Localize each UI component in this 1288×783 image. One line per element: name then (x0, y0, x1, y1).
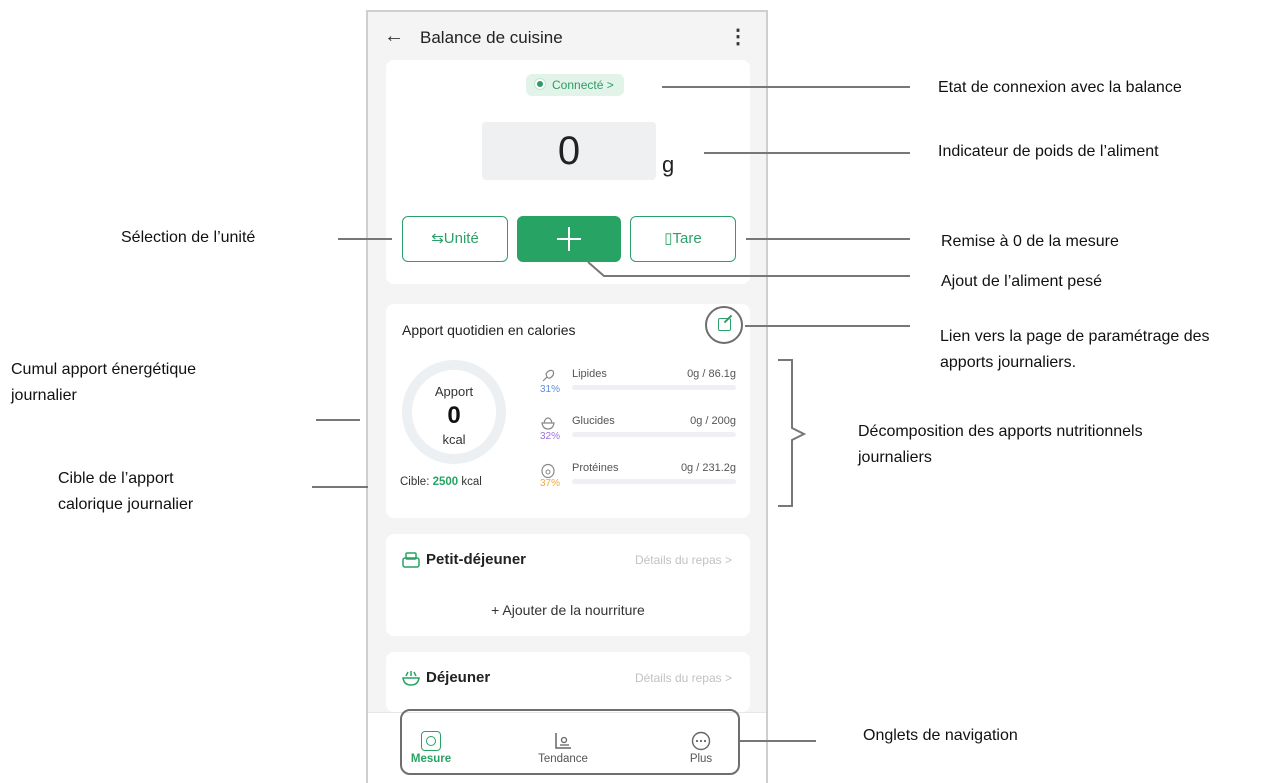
annotation-cible-line2: calorique journalier (58, 496, 194, 513)
calorie-ring: Apport 0 kcal (402, 360, 506, 464)
meal-card-breakfast: Petit-déjeuner Détails du repas > + Ajou… (386, 534, 750, 636)
nutrient-lipides: Lipides 0g / 86.1g 31% (540, 366, 736, 406)
annotation-line-connexion (662, 86, 910, 88)
nav-tab-mesure[interactable]: Mesure (386, 731, 476, 765)
nutrient-glucides: Glucides 0g / 200g 32% (540, 413, 736, 453)
nutrient-pct: 37% (540, 478, 561, 489)
weight-display: 0 (482, 122, 656, 180)
annotation-poids: Indicateur de poids de l’aliment (938, 143, 1159, 160)
meal-name: Petit-déjeuner (426, 551, 527, 568)
nav-tab-tendance[interactable]: Tendance (518, 731, 608, 765)
annotation-lien-line2: apports journaliers. (940, 354, 1077, 371)
scale-icon (421, 731, 441, 751)
toaster-icon (402, 552, 420, 568)
plus-icon-stem (568, 227, 570, 251)
ring-value: 0 (447, 402, 461, 429)
meal-card-lunch: Déjeuner Détails du repas > (386, 652, 750, 712)
nav-tab-plus[interactable]: Plus (656, 731, 746, 765)
annotation-line-poids (704, 152, 910, 154)
scale-icon-dial (426, 736, 436, 746)
rice-bowl-icon (541, 417, 555, 430)
nutrient-name: Protéines (572, 462, 619, 474)
annotation-remise: Remise à 0 de la mesure (941, 233, 1119, 250)
tare-button[interactable]: ▯Tare (630, 216, 736, 262)
weight-unit: g (662, 152, 675, 177)
connection-status-text: Connecté > (552, 78, 614, 92)
bottom-navigation: Mesure Tendance Plus (368, 709, 766, 783)
annotation-line-cible (312, 486, 368, 488)
annotation-ajout: Ajout de l’aliment pesé (941, 273, 1102, 290)
nutrient-amount: 0g / 200g (690, 415, 736, 427)
nutrient-pct: 32% (540, 431, 561, 442)
target-value: 2500 (432, 476, 459, 488)
drumstick-icon (542, 369, 555, 382)
annotation-line-remise (746, 238, 910, 240)
daily-intake-card: Apport quotidien en calories Apport 0 kc… (386, 304, 750, 518)
nutrient-amount: 0g / 86.1g (687, 368, 736, 380)
more-vertical-icon[interactable]: ⋮ (728, 24, 748, 49)
annotation-line-lien (745, 325, 910, 327)
nutrient-amount: 0g / 231.2g (680, 462, 736, 474)
annotation-line-cumul (316, 419, 360, 421)
nav-label: Tendance (538, 753, 588, 765)
ring-label: Apport (434, 384, 474, 399)
bowl-icon (402, 671, 420, 686)
nav-label: Mesure (410, 753, 452, 765)
annotation-decomposition: Décomposition des apports nutritionnels … (858, 419, 1143, 471)
page-title: Balance de cuisine (420, 28, 563, 47)
status-dot-icon (534, 78, 546, 90)
nutrient-bar (572, 385, 736, 390)
annotation-lien: Lien vers la page de paramétrage des app… (940, 324, 1210, 376)
top-bar: ← Balance de cuisine ⋮ (368, 12, 766, 62)
weight-value: 0 (557, 129, 581, 173)
meal-details-link[interactable]: Détails du repas > (635, 553, 732, 567)
nutrient-pct: 31% (540, 384, 561, 395)
annotation-decomp-line2: journaliers (858, 449, 932, 466)
egg-icon (541, 463, 555, 478)
more-circle-icon (691, 731, 711, 751)
annotation-cumul-line1: Cumul apport énergétique (11, 361, 197, 378)
nutrient-bar (572, 479, 736, 484)
annotation-cible-line1: Cible de l’apport (58, 470, 174, 487)
ring-unit: kcal (442, 432, 466, 447)
annotation-lien-line1: Lien vers la page de paramétrage des (940, 328, 1210, 345)
unit-button[interactable]: ⇆Unité (402, 216, 508, 262)
arrow-left-icon[interactable]: ← (384, 25, 404, 48)
nutrient-name: Lipides (572, 368, 607, 380)
meal-details-link[interactable]: Détails du repas > (635, 671, 732, 685)
annotation-brace-decomposition (778, 359, 807, 507)
unit-button-label: Unité (443, 230, 479, 247)
annotation-cible: Cible de l’apport calorique journalier (58, 466, 193, 518)
daily-intake-title: Apport quotidien en calories (402, 322, 576, 338)
annotation-line-unite (338, 238, 392, 240)
swap-icon: ⇆ (431, 230, 444, 247)
annotation-connexion: Etat de connexion avec la balance (938, 79, 1182, 96)
target-prefix: Cible: (400, 476, 433, 488)
annotation-decomp-line1: Décomposition des apports nutritionnels (858, 423, 1143, 440)
target-unit: kcal (458, 476, 482, 488)
annotation-cumul-line2: journalier (11, 387, 77, 404)
trend-chart-icon (555, 733, 571, 749)
nutrient-bar (572, 432, 736, 437)
nutrient-proteines: Protéines 0g / 231.2g 37% (540, 460, 736, 500)
connection-status-badge[interactable]: Connecté > (526, 74, 624, 96)
nutrient-name: Glucides (572, 415, 615, 427)
annotation-cumul: Cumul apport énergétique journalier (11, 357, 196, 409)
annotation-unite: Sélection de l’unité (121, 229, 256, 246)
annotation-line-onglets (740, 740, 816, 742)
scale-card: Connecté > 0 g ⇆Unité ▯Tare (386, 60, 750, 284)
add-food-button[interactable] (517, 216, 621, 262)
edit-settings-button[interactable] (705, 306, 743, 344)
phone-screen: ← Balance de cuisine ⋮ Connecté > 0 g ⇆U… (366, 10, 768, 783)
tare-button-label: Tare (672, 230, 702, 247)
calorie-target: Cible: 2500 kcal (400, 476, 482, 488)
add-food-link[interactable]: + Ajouter de la nourriture (386, 602, 750, 618)
annotation-line-ajout (587, 261, 910, 277)
meal-name: Déjeuner (426, 669, 491, 686)
nav-label: Plus (689, 753, 713, 765)
tare-icon: ▯ (664, 230, 673, 247)
annotation-onglets: Onglets de navigation (863, 727, 1018, 744)
